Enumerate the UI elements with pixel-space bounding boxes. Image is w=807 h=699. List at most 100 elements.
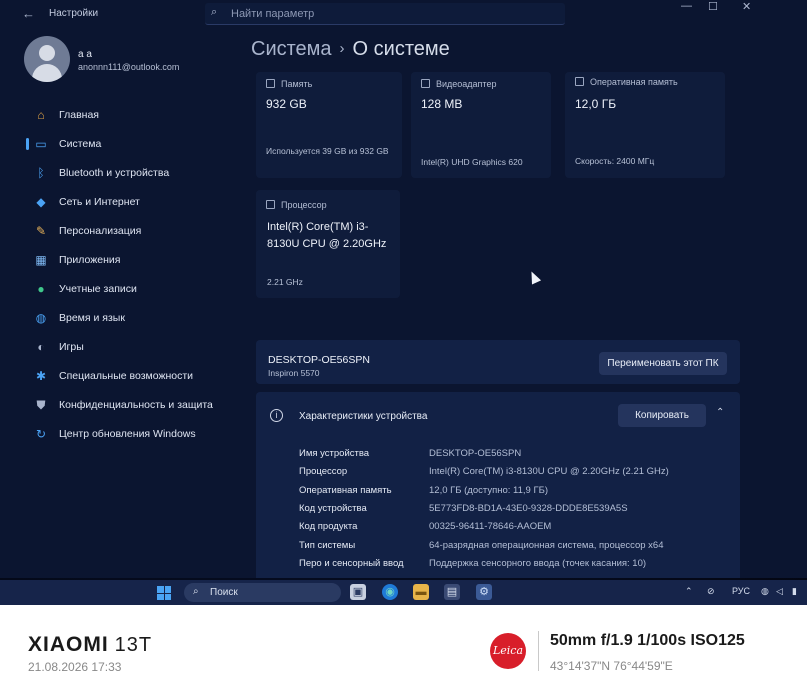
speaker-icon[interactable]: ◁	[776, 586, 783, 597]
spec-value: Поддержка сенсорного ввода (точек касани…	[429, 557, 647, 569]
spec-row: Код продукта 00325-96411-78646-AAOEM	[299, 521, 729, 539]
storage-value: 932 GB	[266, 97, 307, 111]
sidebar-item-6[interactable]: ● Учетные записи	[26, 276, 236, 302]
gpu-value: 128 MB	[421, 97, 463, 111]
globe-icon[interactable]: ◍	[761, 586, 769, 597]
shield-icon: ⛊	[36, 398, 46, 412]
copy-button[interactable]: Копировать	[618, 404, 706, 427]
file-explorer-icon[interactable]: ▬	[413, 584, 429, 600]
gpu-label: Видеоадаптер	[436, 79, 497, 89]
spec-key: Код продукта	[299, 521, 358, 533]
gamepad-icon: ◐	[37, 340, 45, 354]
ram-card[interactable]: Оперативная память 12,0 ГБ Скорость: 240…	[565, 72, 725, 178]
sidebar-item-label: Конфиденциальность и защита	[59, 399, 213, 411]
storage-card[interactable]: Память 932 GB Используется 39 GB из 932 …	[256, 72, 402, 178]
page-title: О системе	[352, 38, 450, 60]
user-name: a a	[78, 49, 92, 60]
language-indicator[interactable]: РУС	[732, 586, 750, 596]
taskbar: ⌕ Поиск ▣ ◉ ▬ ▤ ⚙ ⌃ ⊘ РУС ◍ ◁ ▮	[0, 580, 807, 605]
maximize-icon[interactable]: ☐	[708, 0, 718, 13]
gpu-icon	[421, 79, 430, 88]
taskbar-search-label: Поиск	[210, 587, 238, 598]
cpu-card[interactable]: Процессор Intel(R) Core(TM) i3-8130U CPU…	[256, 190, 400, 298]
breadcrumb: Система › О системе	[251, 38, 450, 61]
sidebar-item-7[interactable]: ◍ Время и язык	[26, 305, 236, 331]
sidebar-item-label: Учетные записи	[59, 283, 137, 295]
chevron-up-icon[interactable]: ⌃	[716, 407, 724, 418]
settings-gear-icon[interactable]: ⚙	[476, 584, 492, 600]
ram-label: Оперативная память	[590, 77, 678, 87]
wifi-icon: ◆	[36, 195, 46, 209]
spec-value: 5E773FD8-BD1A-43E0-9328-DDDE8E539A5S	[429, 502, 628, 514]
spec-key: Оперативная память	[299, 484, 392, 496]
spec-row: Имя устройства DESKTOP-OE56SPN	[299, 448, 729, 466]
spec-row: Код устройства 5E773FD8-BD1A-43E0-9328-DD…	[299, 503, 729, 521]
search-placeholder: Найти параметр	[231, 8, 315, 20]
device-name: DESKTOP-OE56SPN	[268, 354, 370, 366]
sidebar-item-3[interactable]: ◆ Сеть и Интернет	[26, 189, 236, 215]
phone-model: 13T	[114, 634, 153, 656]
sidebar-item-label: Bluetooth и устройства	[59, 167, 170, 179]
user-email: anonnn111@outlook.com	[78, 62, 180, 72]
brand-name: XIAOMI	[28, 633, 109, 656]
spec-row: Тип системы 64-разрядная операционная сис…	[299, 540, 729, 558]
back-arrow-icon[interactable]: ←	[22, 6, 35, 21]
storage-label: Память	[281, 79, 313, 89]
spec-row: Процессор Intel(R) Core(TM) i3-8130U CPU …	[299, 466, 729, 484]
sidebar-item-label: Главная	[59, 109, 99, 121]
taskbar-search[interactable]: ⌕ Поиск	[184, 583, 341, 602]
task-view-icon[interactable]: ▣	[350, 584, 366, 600]
cpu-frequency: 2.21 GHz	[267, 277, 303, 287]
apps-icon: ▦	[35, 253, 47, 267]
battery-icon[interactable]: ▮	[792, 586, 797, 597]
update-icon: ↻	[35, 427, 47, 441]
network-off-icon[interactable]: ⊘	[707, 586, 715, 597]
spec-key: Перо и сенсорный ввод	[299, 557, 404, 569]
mouse-cursor	[526, 269, 542, 285]
ram-speed: Скорость: 2400 МГц	[575, 156, 655, 166]
close-icon[interactable]: ✕	[742, 0, 751, 13]
sidebar-item-2[interactable]: ᛒ Bluetooth и устройства	[26, 160, 236, 186]
search-icon: ⌕	[193, 586, 199, 597]
cpu-value: Intel(R) Core(TM) i3-8130U CPU @ 2.20GHz	[267, 221, 387, 250]
ram-value: 12,0 ГБ	[575, 97, 617, 111]
storage-usage: Используется 39 GB из 932 GB	[266, 146, 389, 156]
start-button[interactable]	[157, 586, 171, 600]
gpu-card[interactable]: Видеоадаптер 128 MB Intel(R) UHD Graphic…	[411, 72, 551, 178]
avatar[interactable]	[24, 36, 70, 82]
camera-watermark: XIAOMI 13T 21.08.2026 17:33 Leica 50mm f/…	[0, 605, 807, 699]
screen-photo: ← Настройки ⌕ Найти параметр — ☐ ✕ a a a…	[0, 0, 807, 605]
sidebar-item-label: Центр обновления Windows	[59, 428, 196, 440]
spec-value: Intel(R) Core(TM) i3-8130U CPU @ 2.20GHz…	[429, 466, 669, 478]
sidebar-item-4[interactable]: ✎ Персонализация	[26, 218, 236, 244]
sidebar-item-label: Персонализация	[59, 225, 142, 237]
camera-brand: XIAOMI 13T	[28, 633, 152, 657]
sidebar-item-9[interactable]: ✱ Специальные возможности	[26, 363, 236, 389]
chevron-up-icon[interactable]: ⌃	[685, 586, 693, 597]
minimize-icon[interactable]: —	[681, 0, 692, 12]
cpu-icon	[266, 200, 275, 209]
sidebar-item-label: Игры	[59, 341, 84, 353]
app-title: Настройки	[49, 8, 99, 19]
settings-search-input[interactable]: ⌕ Найти параметр	[205, 3, 565, 25]
sidebar-item-8[interactable]: ◐ Игры	[26, 334, 236, 360]
spec-row: Оперативная память 12,0 ГБ (доступно: 11,…	[299, 485, 729, 503]
info-icon: i	[270, 409, 283, 422]
sidebar-item-10[interactable]: ⛊ Конфиденциальность и защита	[26, 392, 236, 418]
store-icon[interactable]: ▤	[444, 584, 460, 600]
rename-pc-button[interactable]: Переименовать этот ПК	[599, 352, 727, 375]
edge-icon[interactable]: ◉	[382, 584, 398, 600]
home-icon: ⌂	[37, 108, 45, 122]
settings-window: ← Настройки ⌕ Найти параметр — ☐ ✕ a a a…	[0, 0, 807, 578]
sidebar-item-0[interactable]: ⌂ Главная	[26, 102, 236, 128]
brush-icon: ✎	[35, 224, 47, 238]
sidebar-item-11[interactable]: ↻ Центр обновления Windows	[26, 421, 236, 447]
breadcrumb-parent[interactable]: Система	[251, 38, 332, 60]
sidebar-item-5[interactable]: ▦ Приложения	[26, 247, 236, 273]
sidebar-item-1[interactable]: ▭ Система	[26, 131, 236, 157]
ram-icon	[575, 77, 584, 86]
spec-value: 64-разрядная операционная система, проце…	[429, 539, 664, 551]
sidebar-item-label: Время и язык	[59, 312, 125, 324]
gpu-name: Intel(R) UHD Graphics 620	[421, 157, 523, 167]
spec-row: Перо и сенсорный ввод Поддержка сенсорног…	[299, 558, 729, 576]
